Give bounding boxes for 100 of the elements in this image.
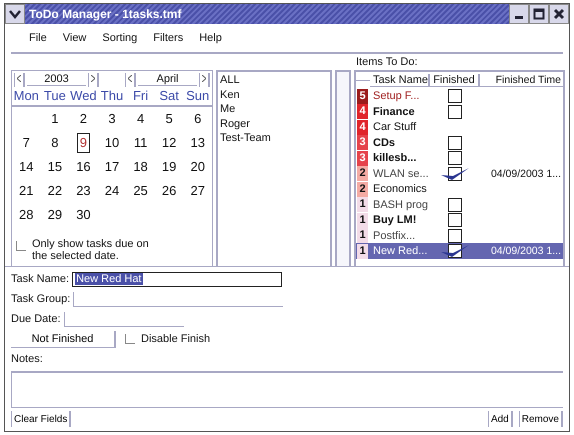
next-month-button[interactable] bbox=[199, 72, 210, 87]
calendar-day[interactable]: 13 bbox=[183, 131, 212, 156]
calendar-day[interactable]: 12 bbox=[154, 131, 184, 156]
task-name[interactable]: WLAN se... bbox=[370, 168, 430, 180]
menu-item[interactable]: Filters bbox=[145, 32, 192, 44]
column-header[interactable]: Task Name bbox=[370, 74, 430, 87]
calendar-day[interactable]: 9 bbox=[75, 131, 92, 156]
calendar-day[interactable]: 29 bbox=[40, 203, 70, 228]
group-list-item[interactable]: Me bbox=[220, 102, 328, 117]
arrow-left-icon bbox=[128, 75, 132, 82]
weekday-header: Sun bbox=[183, 88, 212, 108]
calendar-day[interactable]: 18 bbox=[126, 155, 155, 180]
calendar-day[interactable]: 24 bbox=[98, 179, 126, 204]
task-name-field[interactable]: New Red Hat bbox=[72, 272, 282, 286]
list-title: Items To Do: bbox=[355, 55, 419, 70]
previous-month-button[interactable] bbox=[125, 72, 136, 87]
calendar-day[interactable]: 30 bbox=[69, 203, 98, 228]
field-label: Notes: bbox=[11, 353, 43, 365]
group-list-item[interactable]: Ken bbox=[220, 88, 328, 102]
calendar-day[interactable]: 1 bbox=[40, 107, 70, 132]
group-list-item[interactable]: ALL bbox=[220, 73, 328, 88]
task-name[interactable]: Economics bbox=[370, 183, 430, 196]
weekday-header: Tue bbox=[40, 88, 70, 108]
task-name[interactable]: Postfix... bbox=[370, 230, 430, 242]
task-name[interactable]: Finance bbox=[370, 106, 430, 118]
field-label: Task Name: bbox=[11, 273, 70, 285]
arrow-right-icon bbox=[202, 75, 206, 82]
weekday-header: Thu bbox=[98, 88, 126, 108]
field-label: Due Date: bbox=[11, 313, 61, 325]
arrow-left-icon bbox=[17, 75, 21, 82]
previous-year-button[interactable] bbox=[14, 72, 25, 87]
remove-button[interactable]: Remove bbox=[518, 411, 563, 427]
weekday-header: Mon bbox=[12, 88, 41, 108]
clear-fields-button[interactable]: Clear Fields bbox=[11, 411, 72, 427]
task-name[interactable]: killesb... bbox=[370, 152, 430, 164]
priority-badge: 4 bbox=[357, 120, 368, 135]
minimize-icon bbox=[515, 16, 523, 19]
calendar-day[interactable]: 17 bbox=[98, 155, 126, 180]
calendar-day[interactable]: 5 bbox=[154, 107, 184, 132]
maximize-button[interactable] bbox=[529, 4, 549, 24]
priority-badge: 1 bbox=[357, 228, 368, 244]
calendar-day[interactable]: 22 bbox=[40, 179, 70, 204]
status-button[interactable]: Not Finished bbox=[11, 330, 116, 348]
menu-item[interactable]: File bbox=[21, 32, 55, 44]
minimize-button[interactable] bbox=[509, 4, 529, 24]
calendar-day[interactable]: 3 bbox=[98, 107, 126, 132]
calendar-day[interactable]: 26 bbox=[154, 179, 184, 204]
calendar-day[interactable]: 10 bbox=[98, 131, 126, 156]
calendar-day[interactable]: 28 bbox=[12, 203, 41, 228]
calendar-day[interactable]: 21 bbox=[12, 179, 41, 204]
calendar-day[interactable]: 15 bbox=[40, 155, 70, 180]
month-label: April bbox=[138, 73, 197, 86]
checkbox[interactable] bbox=[440, 166, 470, 182]
task-name[interactable]: Car Stuff bbox=[370, 121, 430, 134]
calendar-day[interactable]: 8 bbox=[40, 131, 70, 156]
menu-item[interactable]: Help bbox=[191, 32, 230, 44]
finished-time: 04/09/2003 1... bbox=[490, 168, 561, 180]
priority-badge: 2 bbox=[357, 182, 368, 197]
calendar-day[interactable]: 20 bbox=[183, 155, 212, 180]
column-header[interactable]: Finished Time bbox=[480, 74, 563, 87]
menu-item[interactable]: Sorting bbox=[94, 32, 146, 44]
menu-item[interactable]: View bbox=[54, 32, 94, 44]
calendar-day[interactable]: 4 bbox=[126, 107, 155, 132]
calendar-day[interactable]: 23 bbox=[69, 179, 98, 204]
checkbox[interactable] bbox=[440, 243, 470, 260]
calendar-day[interactable]: 11 bbox=[126, 131, 155, 156]
weekday-header: Fri bbox=[126, 88, 155, 108]
task-name[interactable]: New Red... bbox=[370, 245, 430, 258]
calendar-day[interactable]: 27 bbox=[183, 179, 212, 204]
task-name[interactable]: CDs bbox=[370, 136, 430, 149]
next-year-button[interactable] bbox=[88, 72, 99, 87]
calendar-day[interactable]: 7 bbox=[12, 131, 41, 156]
task-name[interactable]: BASH prog bbox=[370, 198, 430, 211]
calendar-day[interactable]: 14 bbox=[12, 155, 41, 180]
priority-badge: 3 bbox=[357, 135, 368, 150]
year-label: 2003 bbox=[27, 73, 86, 86]
close-button[interactable] bbox=[549, 4, 569, 24]
checkbox[interactable] bbox=[16, 241, 26, 251]
arrow-right-icon bbox=[91, 75, 95, 82]
column-header[interactable]: Finished bbox=[430, 74, 480, 87]
maximize-icon bbox=[533, 8, 545, 20]
scrollbar[interactable] bbox=[335, 70, 351, 266]
priority-badge: 3 bbox=[357, 150, 368, 166]
window-menu-button[interactable] bbox=[5, 4, 25, 24]
calendar-day[interactable]: 19 bbox=[154, 155, 184, 180]
task-name[interactable]: Setup F... bbox=[370, 90, 430, 102]
calendar-day[interactable]: 2 bbox=[69, 107, 98, 132]
notes-field[interactable] bbox=[11, 371, 563, 408]
add-button[interactable]: Add bbox=[488, 411, 513, 427]
group-list-item[interactable]: Roger bbox=[220, 116, 328, 132]
calendar-day[interactable]: 16 bbox=[69, 155, 98, 180]
priority-badge: 5 bbox=[357, 88, 368, 104]
checkbox[interactable] bbox=[125, 334, 135, 344]
group-list-item[interactable]: Test-Team bbox=[220, 131, 328, 146]
calendar-day[interactable]: 6 bbox=[183, 107, 212, 132]
weekday-header: Sat bbox=[154, 88, 184, 108]
checkbox-label: Only show tasks due on the selected date. bbox=[32, 238, 150, 262]
task-name[interactable]: Buy LM! bbox=[370, 214, 430, 226]
calendar-day[interactable]: 25 bbox=[126, 179, 155, 204]
priority-badge: 1 bbox=[357, 197, 368, 212]
